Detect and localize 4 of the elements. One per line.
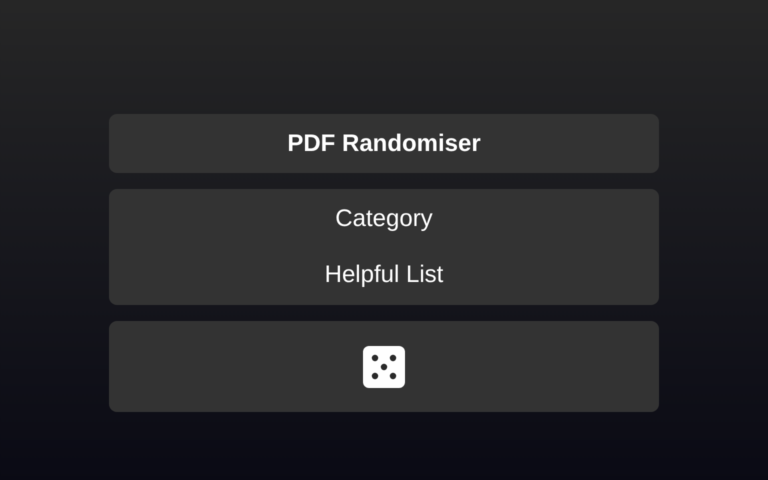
menu-item[interactable]: Helpful List [324,260,444,290]
app-title: PDF Randomiser [287,128,481,158]
dice-icon[interactable] [363,346,405,388]
menu-item[interactable]: Category [335,204,433,234]
